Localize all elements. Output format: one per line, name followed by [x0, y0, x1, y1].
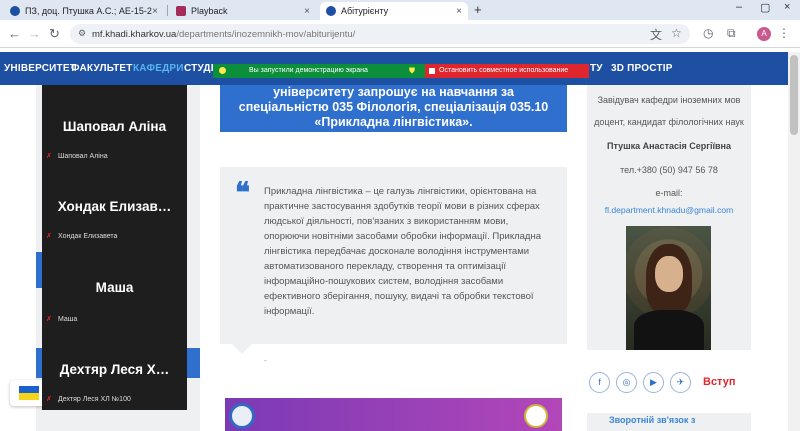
participant-tile[interactable]: Маша ✗ Маша	[42, 248, 187, 326]
participant-tile[interactable]: Дехтяр Леся Х… ✗ Дехтяр Леся ХЛ №100	[42, 330, 187, 408]
nav-faculty[interactable]: ФАКУЛЬТЕТ	[71, 63, 133, 74]
translate-icon[interactable]: 文	[650, 26, 662, 43]
site-favicon-icon	[10, 6, 20, 16]
participant-display-name: Шаповал Аліна	[62, 119, 167, 134]
screen-share-bar: Вы запустили демонстрацию экрана ⛊ Остан…	[213, 64, 589, 78]
stop-sharing-label: Остановить совместное использование	[439, 67, 569, 74]
contact-email-link[interactable]: fl.department.khnadu@gmail.com	[587, 205, 751, 215]
stop-sharing-button[interactable]: Остановить совместное использование	[425, 64, 589, 78]
participant-display-name: Маша	[95, 280, 134, 295]
youtube-icon[interactable]: ▶	[643, 372, 664, 393]
close-tab-icon[interactable]: ×	[304, 6, 310, 17]
ukraine-flag-icon	[19, 386, 39, 393]
quote-author: -	[264, 356, 267, 365]
site-info-icon[interactable]: ⚙	[78, 28, 86, 39]
page-scrollbar[interactable]	[788, 52, 800, 431]
tab-playback[interactable]: Playback ×	[170, 2, 316, 20]
participant-label: ✗ Дехтяр Леся ХЛ №100	[46, 396, 131, 403]
mic-muted-icon: ✗	[46, 316, 52, 323]
share-status-text: Вы запустили демонстрацию экрана	[249, 67, 368, 74]
feedback-card: Зворотній зв'язок з	[587, 413, 751, 431]
tab-course[interactable]: ПЗ, доц. Птушка А.С.; АЕ-15-2 ×	[4, 2, 164, 20]
quote-footer: -	[220, 344, 567, 374]
head-photo	[626, 226, 711, 350]
quote-text: Прикладна лінгвістика – це галузь лінгві…	[264, 186, 542, 317]
participants-panel: Шаповал Аліна ✗ Шаповал Аліна Хондак Елиз…	[42, 85, 187, 410]
nav-departments[interactable]: КАФЕДРИ	[133, 63, 184, 74]
url-path: /departments/inozemnikh-mov/abiturijentu…	[176, 28, 356, 40]
contact-card: Завідувач кафедри іноземних мов доцент, …	[587, 85, 751, 350]
nav-item-tu[interactable]: ТУ	[590, 63, 603, 74]
menu-icon[interactable]: ⋮	[778, 26, 790, 40]
scrollbar-thumb[interactable]	[790, 55, 798, 135]
tab-divider	[167, 5, 168, 16]
quote-card: ❝ Прикладна лінгвістика – це галузь лінг…	[220, 167, 567, 344]
nav-university[interactable]: УНІВЕРСИТЕТ	[4, 63, 76, 74]
profile-avatar[interactable]: A	[757, 27, 771, 41]
feedback-link[interactable]: Зворотній зв'язок з	[609, 415, 695, 425]
heading-line: «Прикладна лінгвістика».	[314, 115, 473, 129]
participant-tile[interactable]: Шаповал Аліна ✗ Шаповал Аліна	[42, 85, 187, 163]
tab-title: Playback	[191, 6, 228, 16]
new-tab-button[interactable]: +	[474, 2, 482, 17]
back-icon[interactable]: ←	[8, 26, 21, 41]
participant-label: ✗ Маша	[46, 316, 78, 323]
address-bar[interactable]: ⚙ mf.khadi.kharkov.ua/departments/inozem…	[70, 24, 690, 44]
telegram-icon[interactable]: ✈	[670, 372, 691, 393]
extensions-icon[interactable]: ⧉	[727, 26, 736, 41]
email-label: e-mail:	[655, 188, 683, 198]
quote-icon: ❝	[235, 176, 251, 209]
recording-indicator-icon	[219, 67, 226, 74]
admission-button[interactable]: Вступ	[703, 376, 735, 388]
mic-muted-icon: ✗	[46, 396, 52, 403]
close-window-icon[interactable]: ×	[784, 1, 790, 13]
maximize-icon[interactable]: ▢	[760, 1, 770, 14]
url-domain: mf.khadi.kharkov.ua	[92, 28, 177, 40]
contact-name: Птушка Анастасія Сергіївна	[607, 141, 731, 151]
department-logo	[524, 404, 548, 428]
heading-line: університету запрошує на навчання за	[273, 85, 514, 99]
tab-strip: ПЗ, доц. Птушка А.С.; АЕ-15-2 × Playback…	[0, 0, 800, 20]
tab-abiturient[interactable]: Абітурієнту ×	[320, 2, 468, 20]
heading-line: спеціальністю 035 Філологія, спеціалізац…	[238, 100, 549, 114]
site-favicon-icon	[326, 6, 336, 16]
browser-toolbar: ← → ↻ ⚙ mf.khadi.kharkov.ua/departments/…	[0, 20, 800, 48]
stop-icon	[429, 68, 435, 74]
participant-display-name: Дехтяр Леся Х…	[59, 362, 170, 377]
close-tab-icon[interactable]: ×	[152, 6, 158, 17]
tab-title: Абітурієнту	[341, 6, 389, 16]
participant-tile[interactable]: Хондак Елизав… ✗ Хондак Елизавета	[42, 165, 187, 243]
forward-icon[interactable]: →	[28, 26, 41, 41]
tab-title: ПЗ, доц. Птушка А.С.; АЕ-15-2	[25, 6, 152, 16]
promo-banner[interactable]	[225, 398, 562, 431]
contact-role: Завідувач кафедри іноземних мов доцент, …	[594, 95, 744, 127]
facebook-icon[interactable]: f	[589, 372, 610, 393]
participant-label: ✗ Хондак Елизавета	[46, 233, 118, 240]
mic-muted-icon: ✗	[46, 233, 52, 240]
page-heading: університету запрошує на навчання за спе…	[220, 85, 567, 132]
instagram-icon[interactable]: ◎	[616, 372, 637, 393]
speech-pointer	[232, 344, 252, 354]
bookmark-star-icon[interactable]: ☆	[671, 26, 682, 40]
shield-icon: ⛊	[409, 66, 415, 75]
history-icon[interactable]: ◷	[703, 26, 713, 40]
mic-muted-icon: ✗	[46, 153, 52, 160]
nav-3d-space[interactable]: 3D ПРОСТІР	[611, 63, 673, 74]
close-tab-icon[interactable]: ×	[456, 6, 462, 17]
contact-phone: тел.+380 (50) 947 56 78	[620, 165, 718, 175]
minimize-icon[interactable]: –	[736, 1, 742, 13]
reload-icon[interactable]: ↻	[49, 26, 60, 42]
university-logo	[229, 403, 255, 429]
participant-display-name: Хондак Елизав…	[57, 199, 172, 214]
playback-favicon-icon	[176, 6, 186, 16]
participant-label: ✗ Шаповал Аліна	[46, 153, 108, 160]
